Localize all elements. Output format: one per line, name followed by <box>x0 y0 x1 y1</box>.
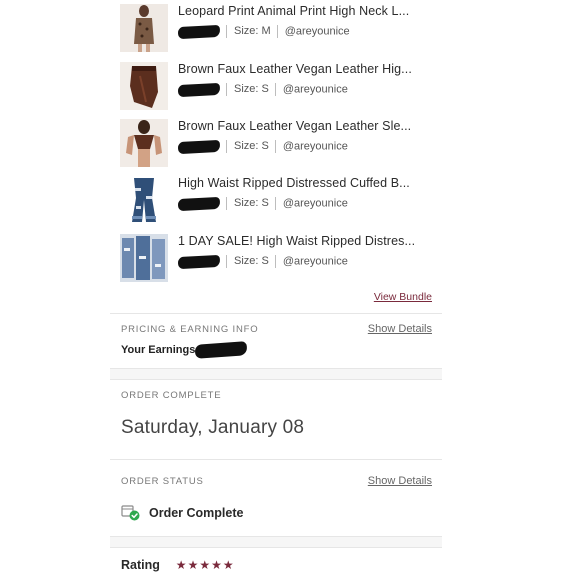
rating-label: Rating <box>121 557 160 572</box>
rating-row: Rating ★★★★★ <box>121 556 234 572</box>
item-thumbnail[interactable] <box>120 176 168 224</box>
pricing-heading: PRICING & EARNING INFO <box>121 324 259 335</box>
package-check-icon <box>121 504 141 522</box>
item-seller[interactable]: @areyounice <box>283 83 348 95</box>
item-meta: Size: S @areyounice <box>177 196 348 213</box>
star-icon: ★ <box>211 557 222 572</box>
item-title[interactable]: Brown Faux Leather Vegan Leather Sle... <box>178 119 428 133</box>
divider <box>110 313 442 314</box>
divider <box>274 83 276 96</box>
order-status-show-details-link[interactable]: Show Details <box>368 475 432 487</box>
price-redacted <box>177 82 221 97</box>
star-icon: ★ <box>175 557 187 572</box>
divider <box>226 140 227 153</box>
divider <box>110 459 442 460</box>
order-complete-heading: ORDER COMPLETE <box>121 390 222 401</box>
star-icon: ★ <box>199 557 211 572</box>
item-title[interactable]: Brown Faux Leather Vegan Leather Hig... <box>178 62 428 76</box>
price-redacted <box>177 139 221 154</box>
earnings-redacted <box>194 341 248 359</box>
item-title[interactable]: 1 DAY SALE! High Waist Ripped Distres... <box>178 234 428 248</box>
order-status-text: Order Complete <box>149 506 244 520</box>
item-thumbnail[interactable] <box>120 119 168 167</box>
star-icon: ★ <box>187 557 199 572</box>
item-meta: Size: S @areyounice <box>177 82 348 99</box>
divider <box>276 25 278 38</box>
earnings-row: Your Earnings <box>121 341 248 359</box>
order-complete-date: Saturday, January 08 <box>121 417 305 438</box>
earnings-label: Your Earnings <box>121 343 196 356</box>
divider <box>110 379 442 380</box>
list-item[interactable]: Brown Faux Leather Vegan Leather Sle... … <box>120 119 442 169</box>
item-size: Size: M <box>234 25 271 38</box>
item-seller[interactable]: @areyounice <box>283 255 348 267</box>
divider <box>226 83 227 96</box>
divider <box>274 197 276 210</box>
price-redacted <box>177 24 221 39</box>
item-thumbnail[interactable] <box>120 62 168 110</box>
order-status-heading: ORDER STATUS <box>121 476 204 487</box>
star-icon: ★ <box>222 557 234 572</box>
item-seller[interactable]: @areyounice <box>285 25 350 37</box>
view-bundle-link[interactable]: View Bundle <box>374 291 432 303</box>
list-item[interactable]: High Waist Ripped Distressed Cuffed B...… <box>120 176 442 226</box>
item-meta: Size: S @areyounice <box>177 254 348 271</box>
item-thumbnail[interactable] <box>120 4 168 52</box>
item-seller[interactable]: @areyounice <box>283 140 348 152</box>
divider <box>226 255 227 268</box>
item-meta: Size: S @areyounice <box>177 139 348 156</box>
divider <box>226 25 227 38</box>
list-item[interactable]: Leopard Print Animal Print High Neck L..… <box>120 4 442 54</box>
section-gap <box>110 537 442 547</box>
price-redacted <box>177 254 221 269</box>
item-seller[interactable]: @areyounice <box>283 197 348 209</box>
list-item[interactable]: Brown Faux Leather Vegan Leather Hig... … <box>120 62 442 112</box>
divider <box>110 547 442 548</box>
item-meta: Size: M @areyounice <box>177 24 350 41</box>
item-size: Size: S <box>234 197 269 210</box>
pricing-show-details-link[interactable]: Show Details <box>368 323 432 335</box>
divider <box>226 197 227 210</box>
item-size: Size: S <box>234 140 269 153</box>
price-redacted <box>177 196 221 211</box>
order-details-panel: Leopard Print Animal Print High Neck L..… <box>110 0 442 580</box>
list-item[interactable]: 1 DAY SALE! High Waist Ripped Distres...… <box>120 234 442 284</box>
item-title[interactable]: High Waist Ripped Distressed Cuffed B... <box>178 176 428 190</box>
item-size: Size: S <box>234 255 269 268</box>
item-thumbnail[interactable] <box>120 234 168 282</box>
divider <box>274 255 276 268</box>
divider <box>274 140 276 153</box>
section-gap <box>110 369 442 379</box>
item-size: Size: S <box>234 83 269 96</box>
item-title[interactable]: Leopard Print Animal Print High Neck L..… <box>178 4 428 18</box>
